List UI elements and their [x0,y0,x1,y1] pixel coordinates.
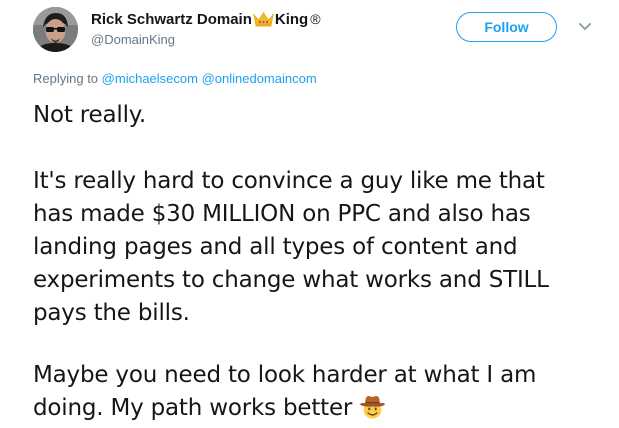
tweet-line-text: doing. My path works better [33,395,353,421]
tweet-line: landing pages and all types of content a… [33,234,518,260]
profile-photo-icon [33,7,78,52]
tweet-line: pays the bills. [33,300,190,326]
tweet-line: has made $30 MILLION on PPC and also has [33,201,531,227]
tweet-card: Rick Schwartz Domain King ® @DomainKing … [0,0,619,428]
tweet-paragraph-3: Maybe you need to look harder at what I … [33,359,603,425]
tweet-paragraph-2: It's really hard to convince a guy like … [33,165,603,330]
cowboy-hat-face-icon [358,392,387,421]
mention-michaelsecom[interactable]: @michaelsecom [102,71,198,86]
avatar[interactable] [33,7,78,52]
author-name[interactable]: Rick Schwartz Domain King ® [91,8,321,30]
crown-icon [252,11,274,27]
chevron-down-icon[interactable] [577,20,593,34]
tweet-line: It's really hard to convince a guy like … [33,168,545,194]
display-name-suffix[interactable]: King [275,11,308,28]
mention-onlinedomaincom[interactable]: @onlinedomaincom [202,71,317,86]
tweet-paragraph-1: Not really. [33,99,603,132]
replying-to: Replying to @michaelsecom @onlinedomainc… [33,71,317,86]
author-handle[interactable]: @DomainKing [91,32,175,47]
display-name-prefix[interactable]: Rick Schwartz Domain [91,11,252,28]
replying-to-label: Replying to [33,71,99,86]
tweet-line: Not really. [33,102,147,128]
follow-button[interactable]: Follow [456,12,557,42]
registered-mark: ® [310,11,321,27]
tweet-line: experiments to change what works and STI… [33,267,549,293]
tweet-line-with-emoji: doing. My path works better [33,392,603,425]
tweet-line: Maybe you need to look harder at what I … [33,362,537,388]
